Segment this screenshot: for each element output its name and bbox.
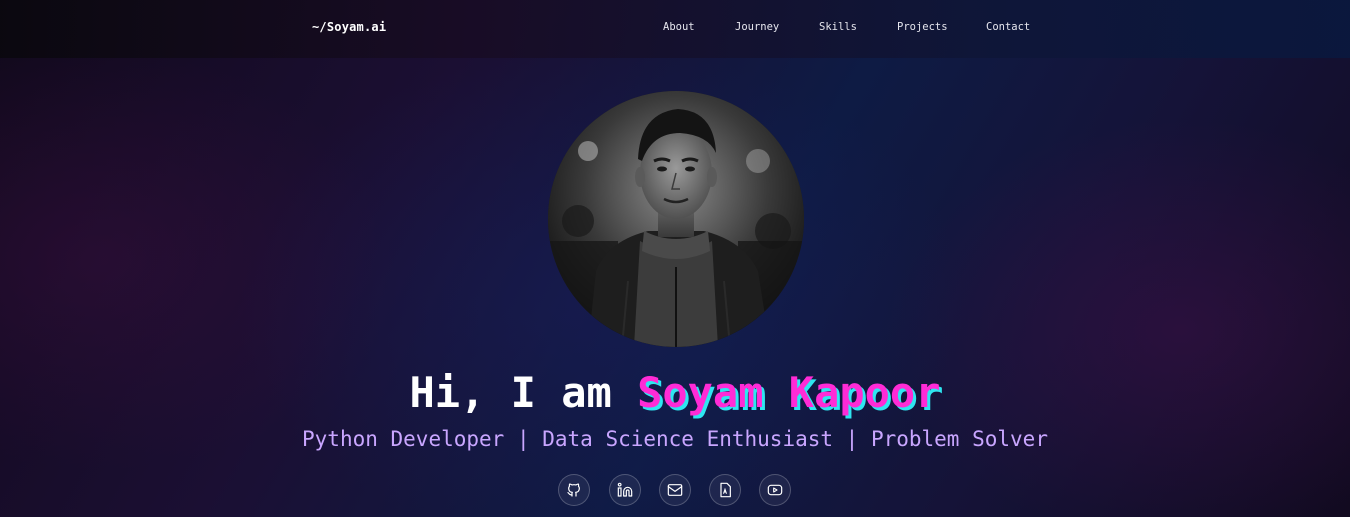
resume-icon	[720, 482, 731, 498]
resume-link[interactable]	[709, 474, 741, 506]
profile-photo-illustration	[548, 91, 804, 347]
github-link[interactable]	[558, 474, 590, 506]
youtube-link[interactable]	[759, 474, 791, 506]
social-links	[558, 474, 798, 510]
youtube-icon	[767, 484, 783, 496]
linkedin-link[interactable]	[609, 474, 641, 506]
github-icon	[567, 483, 580, 497]
nav-link-journey[interactable]: Journey	[735, 21, 779, 33]
hero-title: Hi, I am Soyam Kapoor	[0, 366, 1350, 420]
hero-name: Soyam Kapoor	[637, 368, 941, 417]
navbar: ~/Soyam.ai About Journey Skills Projects…	[0, 0, 1350, 58]
nav-link-about[interactable]: About	[663, 21, 695, 33]
mail-icon	[667, 484, 683, 496]
hero-tagline: Python Developer | Data Science Enthusia…	[302, 427, 1048, 451]
nav-links: About Journey Skills Projects Contact	[0, 21, 1350, 37]
hero-greeting: Hi, I am	[409, 368, 638, 417]
profile-photo	[548, 91, 804, 347]
linkedin-icon	[617, 482, 633, 497]
nav-link-skills[interactable]: Skills	[819, 21, 857, 33]
email-link[interactable]	[659, 474, 691, 506]
nav-link-contact[interactable]: Contact	[986, 21, 1030, 33]
nav-link-projects[interactable]: Projects	[897, 21, 948, 33]
